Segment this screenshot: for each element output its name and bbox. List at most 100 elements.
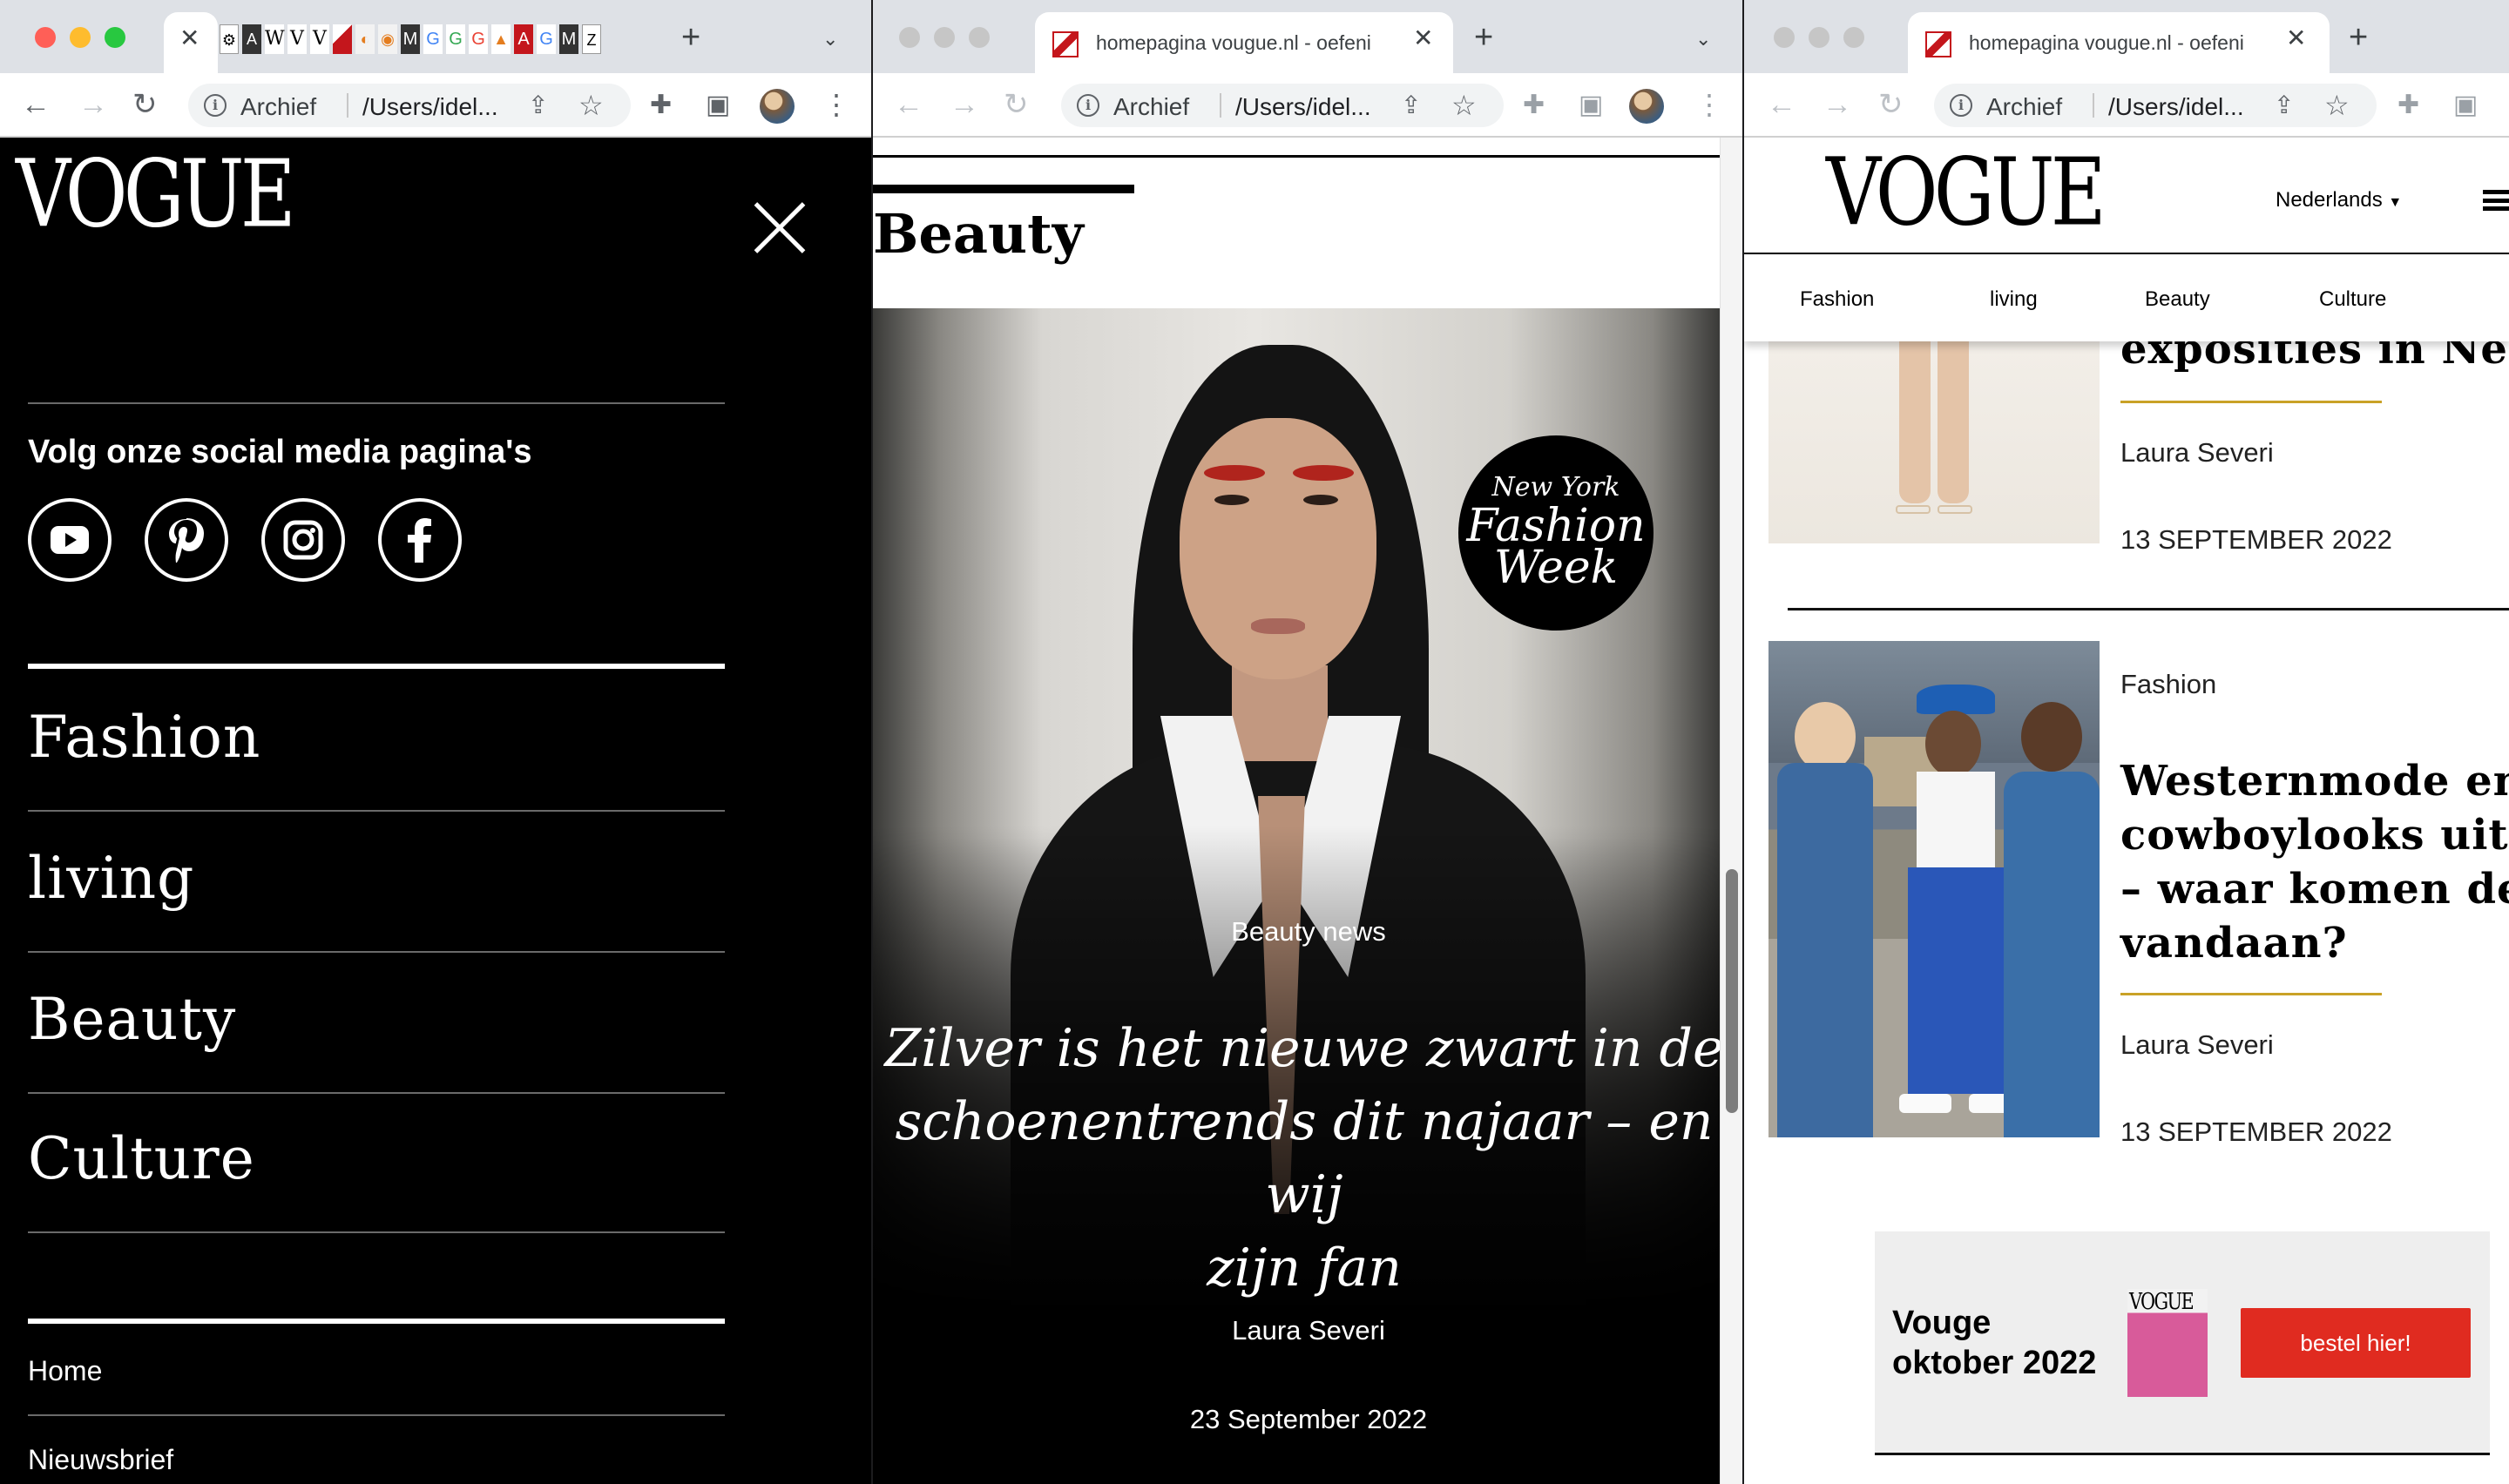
vogue-favicon[interactable] [333, 24, 352, 54]
tab-close-icon[interactable]: ✕ [179, 25, 200, 51]
new-tab-button[interactable]: + [2349, 21, 2368, 54]
pinned-tab-icon[interactable]: ⚙ [220, 24, 239, 54]
site-info-icon[interactable]: i [1077, 94, 1099, 117]
zoom-window-button[interactable] [105, 27, 125, 48]
extensions-puzzle-icon[interactable]: ✚ [2397, 91, 2419, 120]
site-info-icon[interactable]: i [204, 94, 227, 117]
pinned-tabs-strip[interactable]: ⚙ A W V V ◐ ◉ M G G G ▲ A G M Z [220, 24, 638, 59]
vogue-logo[interactable]: VOGUE [1826, 146, 2107, 239]
menu-link-nieuwsbrief[interactable]: Nieuwsbrief [28, 1444, 173, 1476]
google-tab-icon[interactable]: G [537, 24, 556, 54]
reload-button[interactable]: ↻ [1004, 87, 1029, 122]
back-button[interactable]: ← [1767, 87, 1796, 122]
article-title[interactable]: Zilver is het nieuwe zwart in de schoene… [873, 1012, 1720, 1305]
site-info-icon[interactable]: i [1950, 94, 1972, 117]
address-url[interactable]: /Users/idel... [1235, 93, 1371, 121]
back-button[interactable]: ← [21, 87, 51, 122]
tab-title[interactable]: homepagina vougue.nl - oefeni [1969, 31, 2274, 55]
nav-fashion[interactable]: Fashion [1800, 287, 1874, 312]
address-url[interactable]: /Users/idel... [2108, 93, 2244, 121]
address-bar[interactable]: i Archief /Users/idel... ⇪ ☆ [1934, 84, 2377, 127]
tab-search-chevron-icon[interactable]: ⌄ [1695, 28, 1711, 51]
close-menu-icon[interactable] [751, 199, 808, 256]
hamburger-menu-icon[interactable] [2483, 190, 2509, 211]
bookmark-star-icon[interactable]: ☆ [1451, 89, 1477, 122]
scrollbar-thumb[interactable] [1726, 869, 1738, 1113]
scrollbar[interactable] [1720, 138, 1742, 1484]
pinned-tab-icon[interactable]: M [401, 24, 420, 54]
pinned-tab-icon[interactable]: ◐ [355, 24, 375, 54]
nav-beauty[interactable]: Beauty [2145, 287, 2210, 312]
nav-culture[interactable]: Culture [2319, 287, 2386, 312]
tab-search-chevron-icon[interactable]: ⌄ [822, 28, 838, 51]
order-button[interactable]: bestel hier! [2241, 1308, 2471, 1378]
reload-button[interactable]: ↻ [132, 87, 158, 122]
google-tab-icon[interactable]: G [446, 24, 465, 54]
menu-item-fashion[interactable]: Fashion [28, 704, 260, 771]
minimize-window-button[interactable] [70, 27, 91, 48]
menu-link-home[interactable]: Home [28, 1355, 102, 1387]
address-bar[interactable]: i Archief /Users/idel... ⇪ ☆ [188, 84, 631, 127]
pinned-tab-icon[interactable]: W [265, 24, 285, 54]
bookmark-star-icon[interactable]: ☆ [578, 89, 604, 122]
extension-icon[interactable]: ▣ [1579, 91, 1603, 120]
address-url[interactable]: /Users/idel... [362, 93, 498, 121]
share-icon[interactable]: ⇪ [1401, 91, 1421, 119]
youtube-icon[interactable] [28, 498, 112, 582]
browser-menu-icon[interactable]: ⋮ [1695, 88, 1723, 121]
share-icon[interactable]: ⇪ [2274, 91, 2294, 119]
tab-title[interactable]: homepagina vougue.nl - oefeni [1096, 31, 1401, 55]
article-title[interactable]: Westernmode en cowboylooks uitgel – waar… [2120, 754, 2509, 970]
google-tab-icon[interactable]: G [469, 24, 488, 54]
pinned-tab-icon[interactable]: V [287, 24, 307, 54]
profile-avatar[interactable] [1629, 89, 1664, 124]
pinned-tab-icon[interactable]: ◉ [378, 24, 397, 54]
article-thumbnail[interactable] [1768, 641, 2100, 1137]
address-bar[interactable]: i Archief /Users/idel... ⇪ ☆ [1061, 84, 1504, 127]
profile-avatar[interactable] [760, 89, 795, 124]
share-icon[interactable]: ⇪ [528, 91, 548, 119]
facebook-icon[interactable] [378, 498, 462, 582]
new-tab-button[interactable]: + [681, 21, 700, 54]
extensions-puzzle-icon[interactable]: ✚ [650, 91, 672, 120]
instagram-icon[interactable] [261, 498, 345, 582]
minimize-window-button[interactable] [1809, 27, 1829, 48]
menu-item-beauty[interactable]: Beauty [28, 986, 236, 1053]
new-tab-button[interactable]: + [1474, 21, 1493, 54]
extensions-puzzle-icon[interactable]: ✚ [1523, 91, 1545, 120]
pinned-tab-icon[interactable]: Z [582, 24, 601, 54]
close-window-button[interactable] [35, 27, 56, 48]
forward-button[interactable]: → [78, 87, 108, 122]
article-category[interactable]: Fashion [2120, 669, 2216, 700]
article-thumbnail[interactable] [1768, 312, 2100, 543]
vogue-logo[interactable]: VOGUE [16, 148, 296, 240]
forward-button[interactable]: → [1823, 87, 1852, 122]
close-window-button[interactable] [899, 27, 920, 48]
hero-article-card[interactable]: New York Fashion Week Beauty news Zilver… [873, 308, 1720, 1484]
google-tab-icon[interactable]: G [423, 24, 443, 54]
tab-close-icon[interactable]: ✕ [2286, 25, 2306, 51]
language-select[interactable]: Nederlands ▼ [2276, 188, 2402, 212]
reload-button[interactable]: ↻ [1878, 87, 1904, 122]
menu-item-culture[interactable]: Culture [28, 1125, 255, 1192]
pinned-tab-icon[interactable]: A [514, 24, 533, 54]
close-window-button[interactable] [1774, 27, 1795, 48]
forward-button[interactable]: → [950, 87, 979, 122]
article-category[interactable]: Beauty news [873, 916, 1720, 948]
menu-item-living[interactable]: living [28, 845, 194, 912]
nav-living[interactable]: living [1990, 287, 2038, 312]
tab-close-icon[interactable]: ✕ [1413, 25, 1433, 51]
extension-icon[interactable]: ▣ [706, 91, 730, 120]
bookmark-star-icon[interactable]: ☆ [2324, 89, 2350, 122]
back-button[interactable]: ← [894, 87, 923, 122]
minimize-window-button[interactable] [934, 27, 955, 48]
pinned-tab-icon[interactable]: V [310, 24, 329, 54]
pinned-tab-icon[interactable]: A [242, 24, 261, 54]
browser-menu-icon[interactable]: ⋮ [822, 88, 850, 121]
zoom-window-button[interactable] [969, 27, 990, 48]
pinned-tab-icon[interactable]: ▲ [491, 24, 511, 54]
pinned-tab-icon[interactable]: M [559, 24, 578, 54]
pinterest-icon[interactable] [145, 498, 228, 582]
extension-icon[interactable]: ▣ [2453, 91, 2478, 120]
zoom-window-button[interactable] [1843, 27, 1864, 48]
